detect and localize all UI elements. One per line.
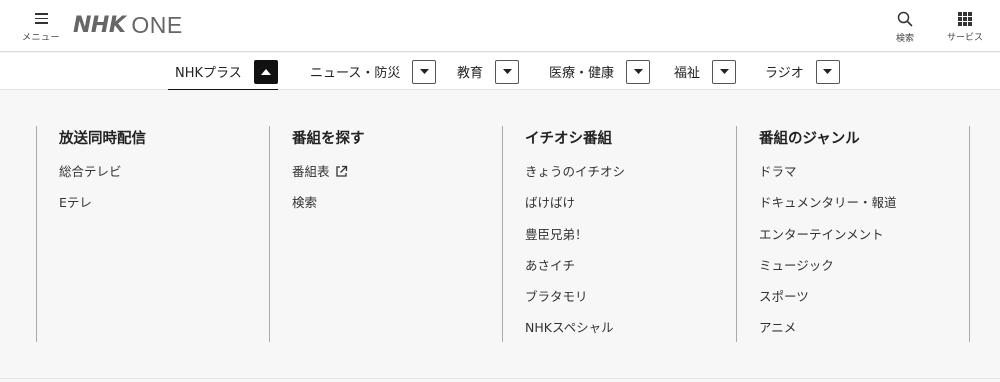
menu-column-simulcast: 放送同時配信 総合テレビ Eテレ	[36, 126, 270, 342]
site-header: メニュー NHK ONE 検索 サービス	[0, 0, 1000, 52]
menu-link-toyotomi-kyodai[interactable]: 豊臣兄弟！	[525, 227, 736, 258]
grid-icon	[958, 12, 972, 26]
menu-link-sogo-tv[interactable]: 総合テレビ	[59, 164, 270, 195]
tab-welfare[interactable]: 福祉	[674, 53, 737, 90]
menu-link-label: ブラタモリ	[525, 289, 588, 305]
menu-link-music[interactable]: ミュージック	[759, 258, 969, 289]
caret-down-icon[interactable]	[815, 59, 840, 84]
menu-column-genres: 番組のジャンル ドラマ ドキュメンタリー・報道 エンターテインメント ミュージッ…	[736, 126, 970, 342]
menu-column-find-programs: 番組を探す 番組表 検索	[269, 126, 503, 342]
caret-down-icon[interactable]	[495, 59, 520, 84]
menu-link-label: スポーツ	[759, 289, 809, 305]
menu-link-label: ばけばけ	[525, 195, 576, 211]
menu-link-label: 検索	[292, 195, 318, 211]
menu-button[interactable]: メニュー	[18, 9, 64, 45]
menu-link-label: 総合テレビ	[59, 164, 122, 179]
caret-down-icon[interactable]	[412, 59, 437, 84]
menu-link-sports[interactable]: スポーツ	[759, 289, 969, 320]
services-button[interactable]: サービス	[940, 10, 990, 46]
tab-medical-health[interactable]: 医療・健康	[549, 53, 651, 90]
caret-down-icon[interactable]	[626, 59, 651, 84]
category-tabs: NHKプラス ニュース・防災 教育 医療・健康 福祉 ラジオ	[0, 53, 1000, 91]
menu-link-nhk-special[interactable]: NHKスペシャル	[525, 320, 736, 351]
tab-label: ニュース・防災	[310, 66, 401, 81]
column-title: 番組のジャンル	[759, 131, 860, 147]
search-label: 検索	[895, 34, 914, 44]
menu-link-bakebake[interactable]: ばけばけ	[525, 195, 736, 226]
search-icon	[897, 11, 913, 27]
menu-link-program-guide[interactable]: 番組表	[292, 164, 503, 195]
caret-down-icon[interactable]	[712, 59, 737, 84]
menu-link-label: 豊臣兄弟！	[525, 226, 588, 242]
menu-link-label: ドラマ	[759, 164, 797, 179]
tab-label: ラジオ	[765, 66, 804, 81]
nhk-one-logo[interactable]: NHK ONE	[73, 12, 183, 38]
menu-link-label: ミュージック	[759, 257, 834, 273]
menu-link-label: あさイチ	[525, 257, 576, 273]
menu-link-label: アニメ	[759, 320, 797, 336]
search-button[interactable]: 検索	[880, 10, 930, 46]
logo-nhk-text: NHK	[73, 12, 126, 38]
column-title: イチオシ番組	[525, 131, 612, 147]
menu-link-label: きょうのイチオシ	[525, 164, 626, 179]
menu-column-featured: イチオシ番組 きょうのイチオシ ばけばけ 豊臣兄弟！ あさイチ ブラタモリ NH…	[502, 126, 736, 342]
tab-radio[interactable]: ラジオ	[765, 53, 840, 90]
menu-link-label: エンターテインメント	[759, 226, 884, 242]
column-title: 放送同時配信	[59, 131, 146, 147]
panel-bottom-divider	[0, 378, 1000, 379]
tab-nhk-plus[interactable]: NHKプラス	[168, 53, 278, 91]
external-link-icon	[335, 165, 347, 177]
menu-link-documentary[interactable]: ドキュメンタリー・報道	[759, 195, 969, 226]
tab-label: NHKプラス	[175, 66, 242, 81]
menu-link-label: 番組表	[292, 164, 330, 179]
menu-link-etele[interactable]: Eテレ	[59, 195, 270, 226]
menu-link-buratamori[interactable]: ブラタモリ	[525, 289, 736, 320]
menu-label: メニュー	[21, 32, 60, 43]
menu-link-label: ドキュメンタリー・報道	[759, 195, 897, 211]
menu-link-search[interactable]: 検索	[292, 195, 503, 226]
logo-one-text: ONE	[131, 11, 183, 38]
menu-link-label: NHKスペシャル	[525, 320, 614, 336]
hamburger-icon	[34, 13, 48, 24]
tab-news-disaster[interactable]: ニュース・防災	[310, 53, 437, 90]
menu-link-drama[interactable]: ドラマ	[759, 164, 969, 195]
tab-label: 福祉	[674, 66, 701, 81]
menu-link-today-pick[interactable]: きょうのイチオシ	[525, 164, 736, 195]
caret-up-icon[interactable]	[253, 59, 278, 84]
menu-link-label: Eテレ	[59, 195, 92, 211]
menu-link-asaichi[interactable]: あさイチ	[525, 258, 736, 289]
tab-label: 教育	[457, 66, 484, 81]
column-title: 番組を探す	[292, 131, 365, 147]
nhk-plus-menu-panel: 放送同時配信 総合テレビ Eテレ 番組を探す 番組表 検索 イチオシ番組 きょう…	[0, 90, 1000, 380]
services-label: サービス	[946, 32, 983, 43]
menu-link-entertainment[interactable]: エンターテインメント	[759, 227, 969, 258]
menu-link-anime[interactable]: アニメ	[759, 320, 969, 351]
tab-education[interactable]: 教育	[457, 53, 520, 90]
tab-label: 医療・健康	[549, 66, 615, 81]
